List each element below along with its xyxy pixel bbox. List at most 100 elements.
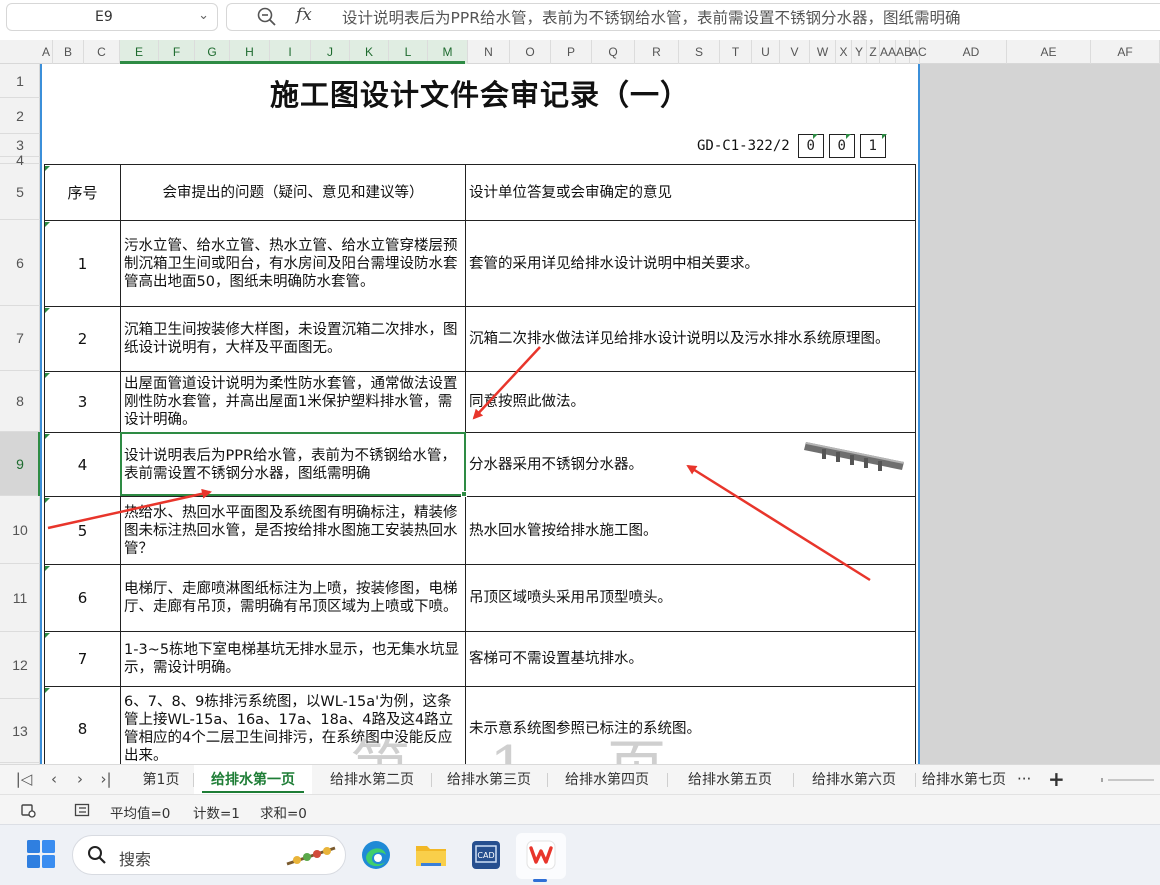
formula-text[interactable]: 设计说明表后为PPR给水管，表前为不锈钢给水管，表前需设置不锈钢分水器，图纸需明… [342,6,960,28]
item-question[interactable]: 污水立管、给水立管、热水立管、给水立管穿楼层预制沉箱卫生间或阳台，有水房间及阳台… [120,220,466,307]
cell-note-marker[interactable] [846,134,851,139]
cell-note-marker[interactable] [45,498,50,503]
wps-icon[interactable] [523,837,559,873]
column-header[interactable]: Y [852,40,867,64]
status-average[interactable]: 平均值=0 [110,802,170,822]
row-header[interactable]: 8 [0,371,40,432]
item-question[interactable]: 出屋面管道设计说明为柔性防水套管，通常做法设置刚性防水套管，并高出屋面1米保护塑… [120,371,466,433]
item-answer[interactable]: 沉箱二次排水做法详见给排水设计说明以及污水排水系统原理图。 [465,306,916,372]
code-box[interactable]: 0 [797,134,824,158]
scroll-splitter-icon[interactable] [1100,777,1154,783]
column-header[interactable]: C [84,40,120,64]
item-question[interactable]: 热给水、热回水平面图及系统图有明确标注，精装修图未标注热回水管，是否按给排水图施… [120,496,466,565]
cell-note-marker[interactable] [813,134,818,139]
item-no[interactable]: 2 [44,306,121,372]
row-header[interactable]: 1 [0,64,40,98]
column-header[interactable]: AF [1091,40,1160,64]
item-no[interactable]: 4 [44,432,121,497]
item-no[interactable]: 1 [44,220,121,307]
cell-note-marker[interactable] [45,434,50,439]
row-header[interactable]: 13 [0,699,40,763]
sheet-tab[interactable]: 给排水第三页 [432,765,546,795]
sheet-tab[interactable]: 给排水第五页 [668,765,792,795]
sheet-tab[interactable]: 给排水第四页 [548,765,666,795]
sheet-tab[interactable]: 给排水第六页 [794,765,914,795]
item-no[interactable]: 8 [44,686,121,771]
add-sheet-button[interactable]: + [1048,767,1065,791]
column-header[interactable]: T [720,40,752,64]
status-sum[interactable]: 求和=0 [260,802,307,822]
column-header[interactable]: S [679,40,720,64]
cell-note-marker[interactable] [45,166,50,171]
item-question[interactable]: 设计说明表后为PPR给水管，表前为不锈钢给水管，表前需设置不锈钢分水器，图纸需明… [120,432,466,497]
header-no[interactable]: 序号 [44,164,121,221]
zoom-out-icon[interactable] [256,6,278,28]
prev-sheet-icon[interactable]: ‹ [44,770,64,788]
item-no[interactable]: 6 [44,564,121,632]
column-header[interactable]: P [551,40,592,64]
column-header[interactable]: AE [1007,40,1091,64]
next-sheet-icon[interactable]: › [70,770,90,788]
column-header[interactable]: AC [910,40,927,64]
item-question[interactable]: 电梯厅、走廊喷淋图纸标注为上喷，按装修图，电梯厅、走廊有吊顶，需明确有吊顶区域为… [120,564,466,632]
cell-note-marker[interactable] [45,566,50,571]
cad-icon[interactable]: CAD [468,837,504,873]
off-page-area[interactable] [920,64,1160,764]
row-header[interactable]: 6 [0,220,40,306]
name-box[interactable]: E9 ⌄ [6,3,218,31]
header-answer[interactable]: 设计单位答复或会审确定的意见 [465,164,916,221]
column-header[interactable]: V [780,40,810,64]
sheet-tab-active[interactable]: 给排水第一页 [194,765,312,795]
row-header[interactable]: 9 [0,432,40,496]
first-sheet-icon[interactable]: |◁ [14,770,34,788]
row-header[interactable]: 7 [0,306,40,371]
cell-note-marker[interactable] [45,308,50,313]
column-header[interactable]: AA [880,40,896,64]
column-header[interactable]: O [510,40,551,64]
row-header[interactable]: 12 [0,632,40,699]
file-explorer-icon[interactable] [413,837,449,873]
chevron-down-icon[interactable]: ⌄ [198,8,209,23]
edge-icon[interactable] [358,837,394,873]
row-header[interactable]: 4 [0,152,40,168]
fx-icon[interactable]: fx [296,5,312,25]
last-sheet-icon[interactable]: ›| [96,770,116,788]
cell-note-marker[interactable] [45,688,50,693]
column-header[interactable]: N [468,40,510,64]
cell-note-marker[interactable] [45,373,50,378]
column-header[interactable]: AD [936,40,1007,64]
item-answer[interactable]: 热水回水管按给排水施工图。 [465,496,916,565]
item-question[interactable]: 1-3~5栋地下室电梯基坑无排水显示，也无集水坑显示，需设计明确。 [120,631,466,687]
item-no[interactable]: 5 [44,496,121,565]
column-header[interactable]: B [53,40,84,64]
column-header[interactable]: U [752,40,780,64]
macro-record-icon[interactable] [20,802,36,818]
cell-note-marker[interactable] [45,222,50,227]
cell-mode-icon[interactable] [74,802,90,818]
cell-note-marker[interactable] [45,633,50,638]
header-question[interactable]: 会审提出的问题（疑问、意见和建议等） [120,164,466,221]
sheet-tab[interactable]: 第1页 [130,765,192,795]
item-answer[interactable]: 吊顶区域喷头采用吊顶型喷头。 [465,564,916,632]
item-question[interactable]: 沉箱卫生间按装修大样图，未设置沉箱二次排水，图纸设计说明有，大样及平面图无。 [120,306,466,372]
column-header[interactable]: X [836,40,852,64]
row-header[interactable]: 11 [0,564,40,632]
item-answer[interactable]: 同意按照此做法。 [465,371,916,433]
row-header[interactable]: 10 [0,496,40,564]
row-header[interactable]: 2 [0,98,40,134]
cell-note-marker[interactable] [882,134,887,139]
column-header[interactable]: W [810,40,836,64]
row-header[interactable]: 5 [0,164,40,220]
item-answer[interactable]: 客梯可不需设置基坑排水。 [465,631,916,687]
sheet-tab[interactable]: 给排水第七页 [916,765,1012,795]
column-header[interactable]: R [635,40,679,64]
fill-handle[interactable] [461,491,467,497]
column-header[interactable]: Z [867,40,880,64]
column-header[interactable]: A [40,40,53,64]
item-no[interactable]: 3 [44,371,121,433]
status-count[interactable]: 计数=1 [193,802,240,822]
manifold-image[interactable] [802,436,910,478]
column-header[interactable]: Q [592,40,635,64]
windows-start-icon[interactable] [26,839,56,869]
column-header[interactable]: AB [896,40,912,64]
